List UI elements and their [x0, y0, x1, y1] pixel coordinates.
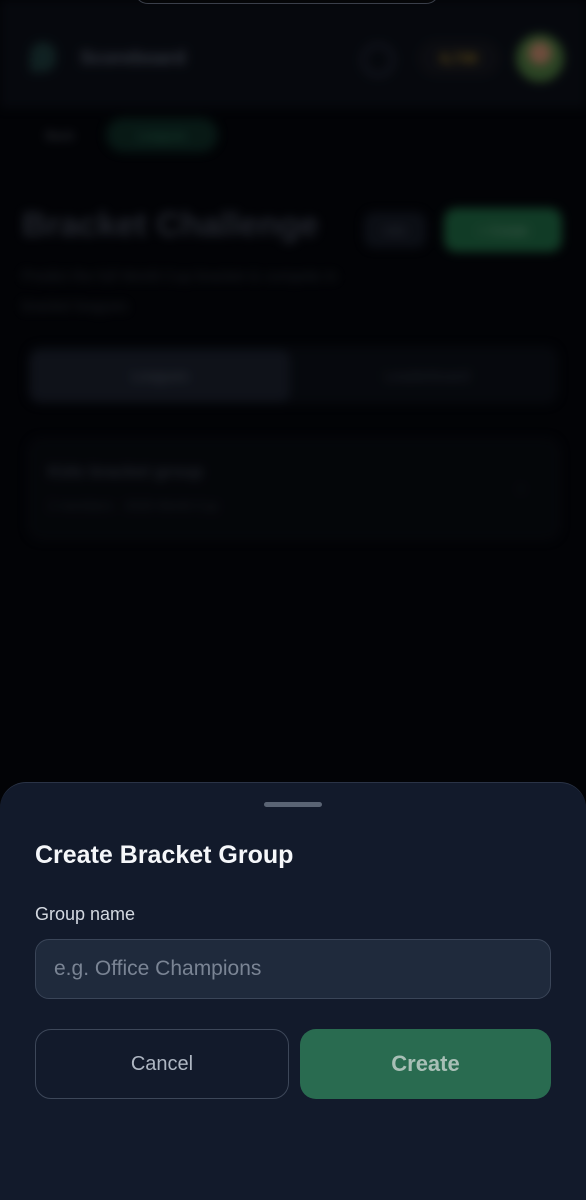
group-name-label: Group name [35, 904, 136, 924]
group-meta: 2 members · 2026 World Cup [48, 498, 219, 513]
group-card [28, 438, 560, 540]
device-notch [134, 0, 440, 4]
tab-leagues: Leagues [30, 350, 290, 402]
top-bar: Scoreboard 6,730 [0, 0, 586, 108]
coins-badge: 6,730 [418, 40, 500, 76]
leagues-chip: Leagues [106, 118, 218, 152]
create-group-sheet: Create Bracket Group Group name Cancel C… [0, 782, 586, 1200]
help-icon [362, 44, 394, 76]
cancel-button[interactable]: Cancel [35, 1029, 289, 1099]
page-subtitle: Predict the full World Cup bracket & com… [22, 268, 337, 315]
chevron-right-icon: › [518, 478, 524, 498]
sheet-title: Create Bracket Group [35, 841, 294, 869]
logo-icon [30, 42, 56, 72]
page-title: Bracket Challenge [22, 206, 319, 244]
create-button[interactable]: Create [300, 1029, 551, 1099]
brand-name: Scoreboard [80, 48, 186, 69]
group-name-input[interactable] [35, 939, 551, 999]
sheet-drag-handle[interactable] [264, 802, 322, 807]
group-name: Kids bracket group [48, 462, 203, 481]
tab-leaderboard: Leaderboard [384, 367, 470, 385]
info-button: Info [364, 212, 426, 248]
back-chip: Back [45, 127, 75, 143]
create-group-button: + Create [444, 208, 562, 252]
avatar [516, 34, 564, 82]
